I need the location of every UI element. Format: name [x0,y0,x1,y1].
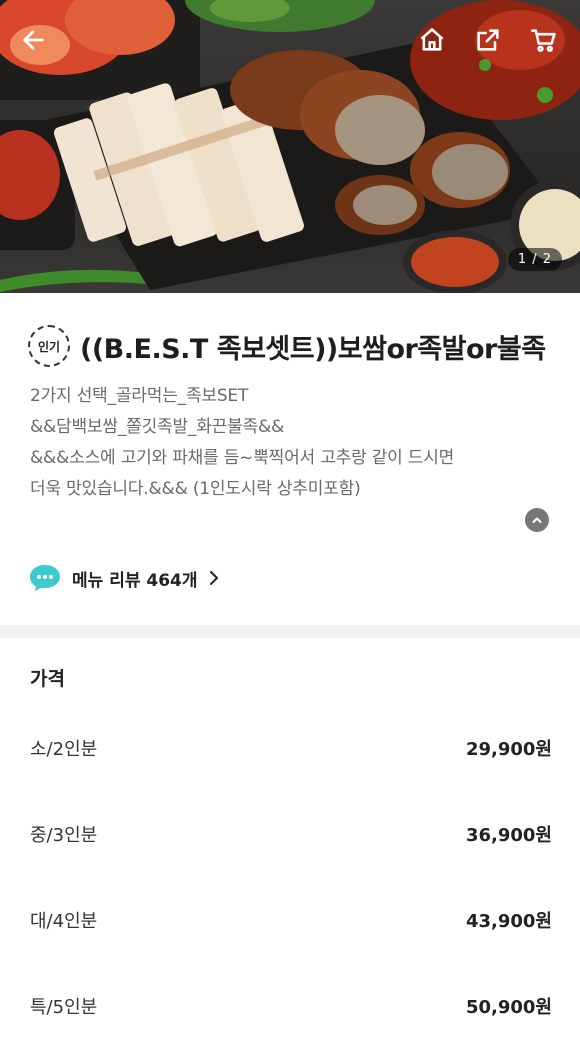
price-option[interactable]: 중/3인분 36,900원 [30,814,552,854]
price-option-value: 43,900원 [465,911,552,932]
price-option-value: 29,900원 [465,739,552,760]
back-button[interactable] [14,20,54,60]
title-row: 인기 ((B.E.S.T 족보셋트))보쌈or족발or불족 [28,325,546,367]
price-option-label: 대/4인분 [30,911,98,932]
price-option[interactable]: 소/2인분 29,900원 [30,728,552,768]
chevron-up-icon [532,517,542,523]
product-image-carousel[interactable]: 1 / 2 [0,0,580,293]
price-option-value: 50,900원 [465,997,552,1018]
price-option[interactable]: 대/4인분 43,900원 [30,900,552,940]
home-button[interactable] [412,20,452,60]
speech-bubble-icon [30,565,60,591]
price-option-value: 36,900원 [465,825,552,846]
home-icon [420,28,444,51]
section-divider [0,625,580,638]
cart-button[interactable] [524,20,564,60]
popular-badge: 인기 [28,325,70,367]
share-button[interactable] [468,20,508,60]
price-section: 가격 소/2인분 29,900원 중/3인분 36,900원 대/4인분 43,… [0,638,580,1052]
product-title: ((B.E.S.T 족보셋트))보쌈or족발or불족 [80,333,546,365]
price-option-label: 특/5인분 [30,997,98,1018]
menu-review-link[interactable]: 메뉴 리뷰 464개 [28,563,220,593]
description-line: 더욱 맛있습니다.&&& (1인도시락 상추미포함) [30,479,361,499]
description-line: &&&소스에 고기와 파채를 듬~뿍찍어서 고추랑 같이 드시면 [30,448,455,468]
description-line: &&담백보쌈_쫄깃족발_화끈불족&& [30,417,285,437]
share-icon [477,29,499,51]
cart-icon [531,29,556,52]
back-arrow-icon [23,30,44,50]
product-info: 인기 ((B.E.S.T 족보셋트))보쌈or족발or불족 2가지 선택_골라먹… [0,293,580,625]
price-option-label: 소/2인분 [30,739,98,760]
price-option-label: 중/3인분 [30,825,98,846]
price-heading: 가격 [30,668,65,690]
chevron-right-icon [209,571,218,585]
product-description: 2가지 선택_골라먹는_족보SET &&담백보쌈_쫄깃족발_화끈불족&& &&&… [30,381,550,505]
collapse-description-button[interactable] [525,508,549,532]
price-option[interactable]: 특/5인분 50,900원 [30,986,552,1026]
image-counter: 1 / 2 [507,248,562,271]
description-line: 2가지 선택_골라먹는_족보SET [30,386,249,406]
menu-review-label: 메뉴 리뷰 464개 [72,570,198,591]
